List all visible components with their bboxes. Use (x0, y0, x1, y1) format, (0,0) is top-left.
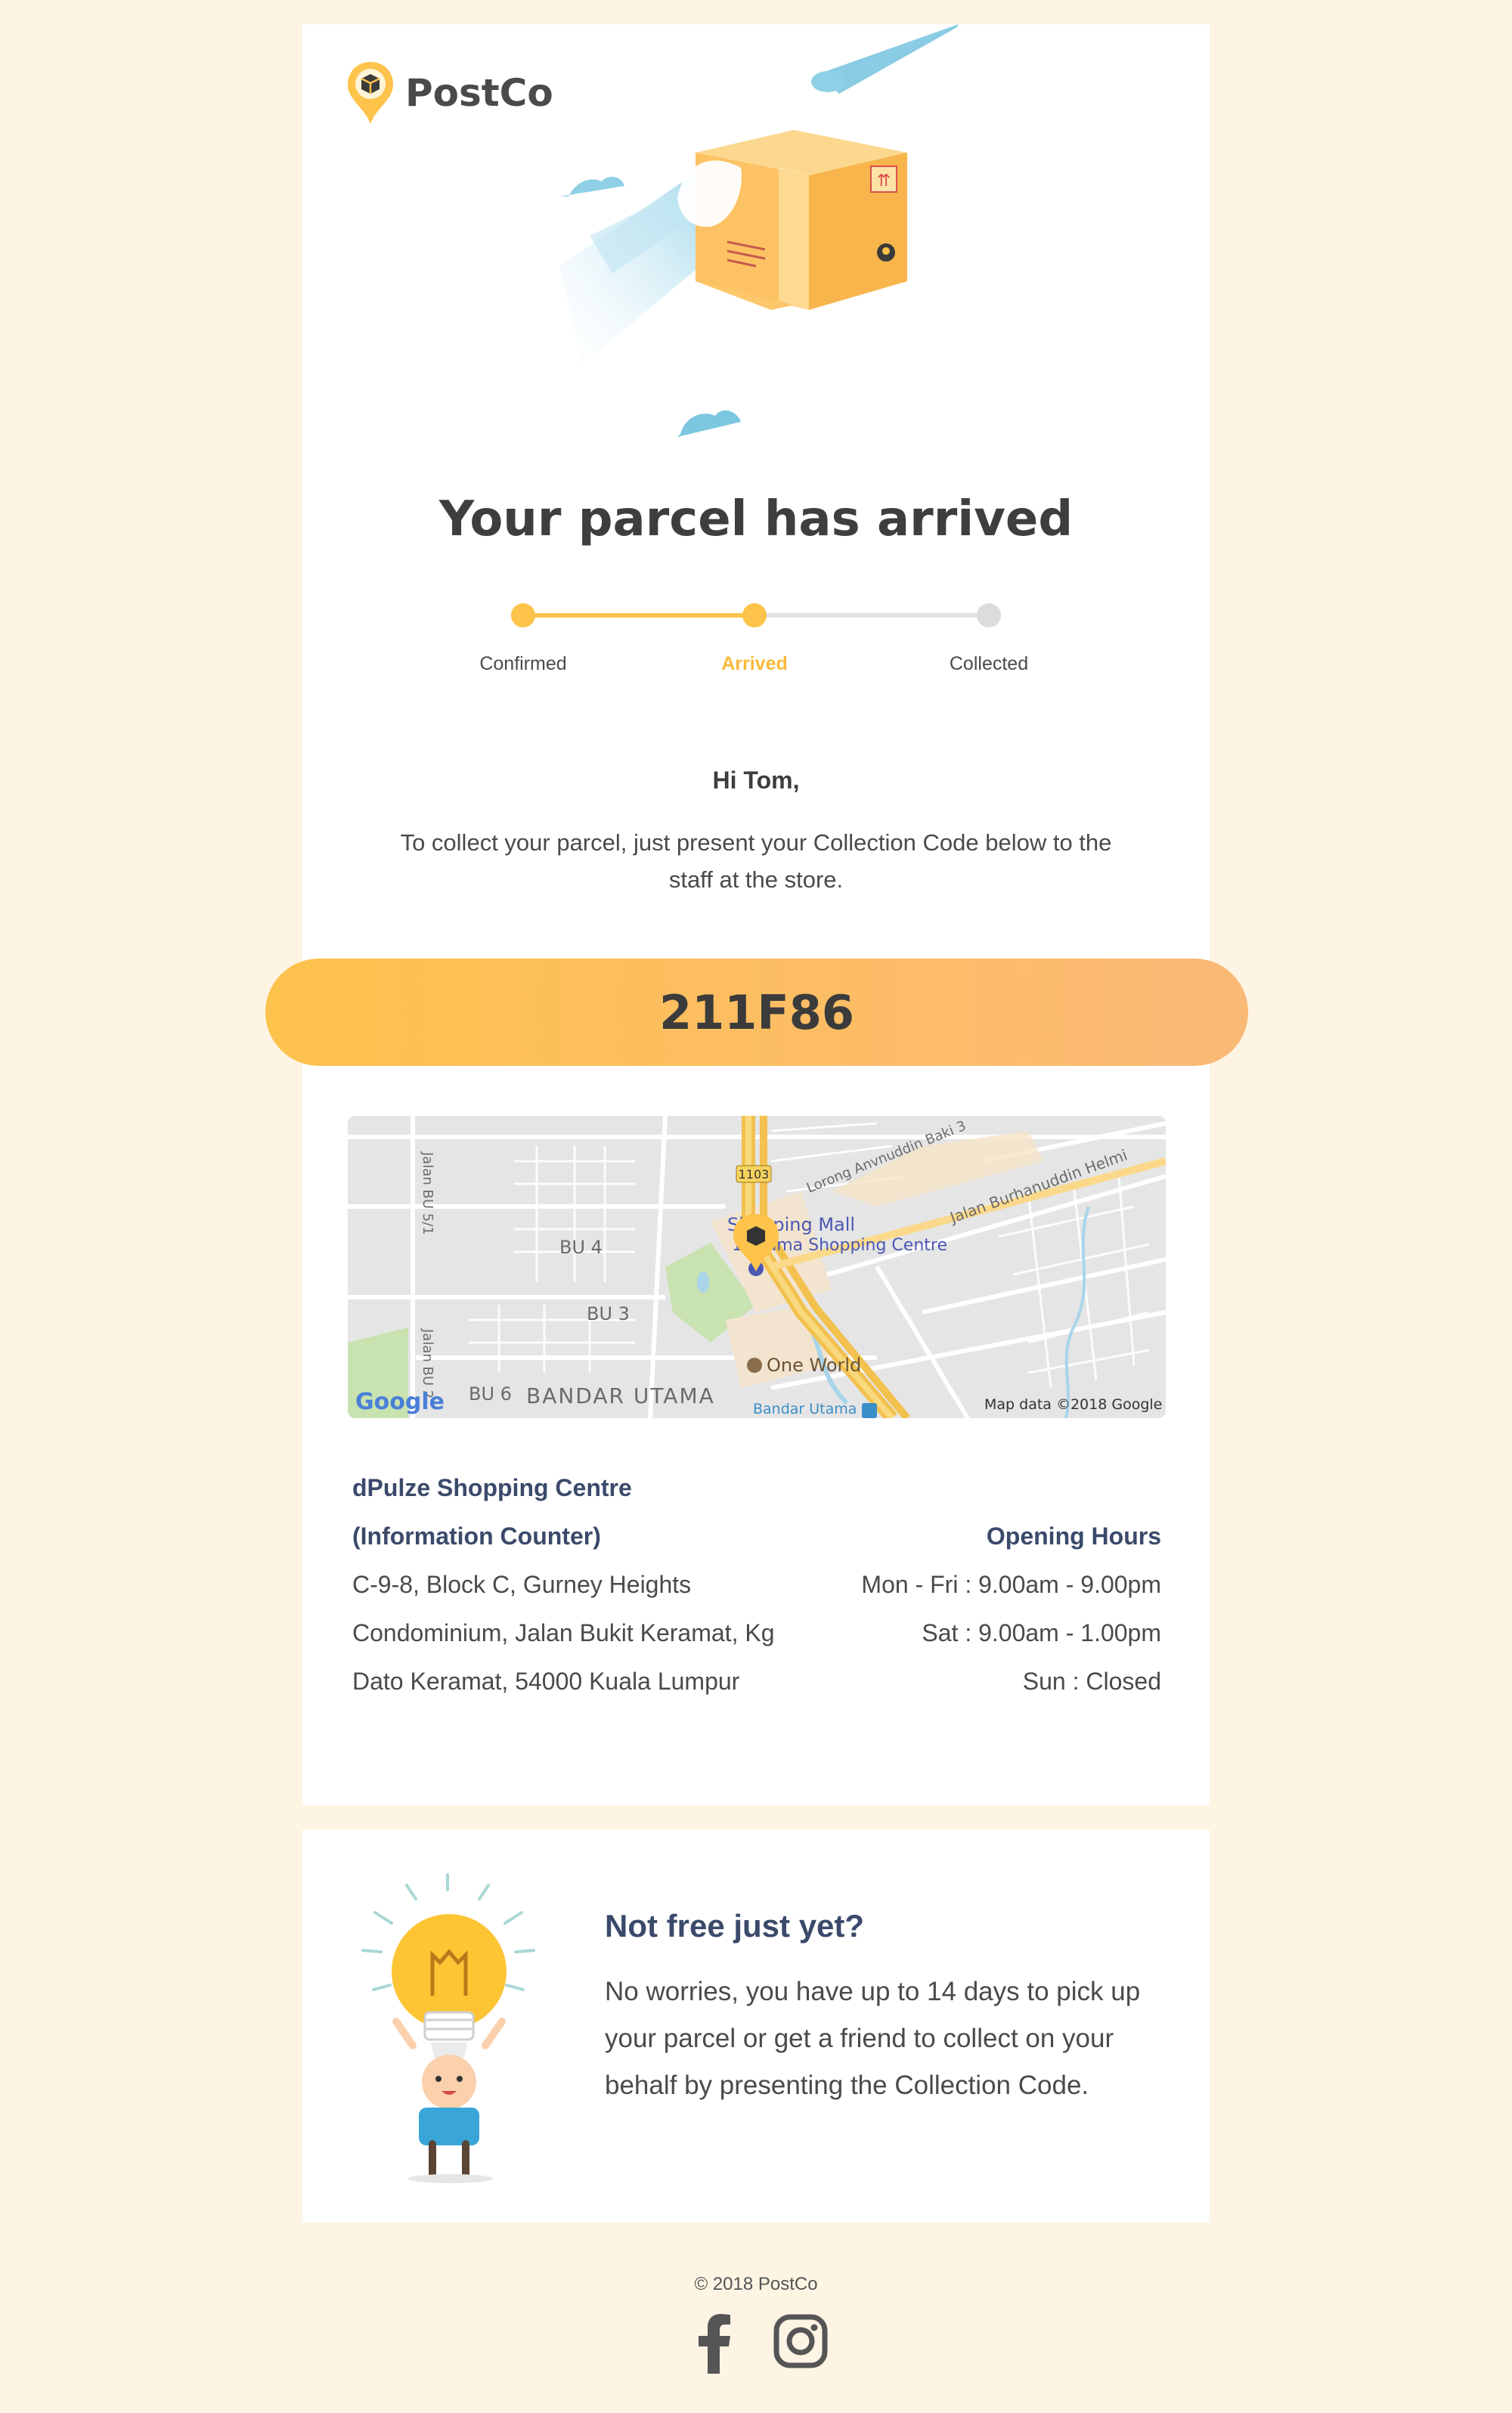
flying-parcel-illustration: ⇈ (559, 24, 959, 437)
map-label-bandar-utama: BANDAR UTAMA (526, 1383, 715, 1408)
map-label-station: Bandar Utama (753, 1401, 857, 1417)
postco-pin-icon (348, 62, 393, 124)
opening-hours-list: Mon - Fri : 9.00am - 9.00pm Sat : 9.00am… (861, 1560, 1161, 1705)
map-label-one-world: One World (767, 1355, 861, 1376)
step-dot-confirmed (511, 603, 535, 627)
google-logo: Google (355, 1389, 445, 1415)
map-label-jalan-bu51: Jalan BU 5/1 (420, 1151, 435, 1235)
map-label-bu3: BU 3 (587, 1303, 630, 1324)
progress-track-complete (523, 613, 754, 618)
store-name: dPulze Shopping Centre (Information Coun… (352, 1464, 632, 1560)
step-label-collected: Collected (949, 653, 1029, 674)
postco-logo[interactable]: PostCo (346, 60, 553, 125)
lightbulb-character-illustration (361, 1873, 535, 2183)
collection-code: 211F86 (265, 959, 1248, 1066)
map-label-bu6: BU 6 (469, 1383, 512, 1405)
step-label-confirmed: Confirmed (479, 653, 567, 674)
instagram-icon[interactable] (773, 2313, 829, 2369)
tip-body: No worries, you have up to 14 days to pi… (605, 1977, 1141, 2100)
svg-text:⇈: ⇈ (877, 172, 891, 190)
hours-weekday: Mon - Fri : 9.00am - 9.00pm (861, 1571, 1161, 1598)
tip-title: Not free just yet? (605, 1908, 865, 1944)
store-address: C-9-8, Block C, Gurney Heights Condomini… (352, 1571, 775, 1695)
map-label-bu4: BU 4 (559, 1237, 603, 1258)
map-canvas: 1103 Jalan BU 5/1 Jalan BU 2 BU 4 BU 3 B… (348, 1116, 1166, 1418)
greeting: Hi Tom, (712, 767, 800, 794)
page-title: Your parcel has arrived (438, 491, 1074, 547)
store-location-map[interactable]: 1103 Jalan BU 5/1 Jalan BU 2 BU 4 BU 3 B… (348, 1116, 1166, 1418)
map-road-1103: 1103 (739, 1167, 770, 1182)
store-name-line2: (Information Counter) (352, 1522, 601, 1550)
progress-track-pending (754, 613, 989, 618)
facebook-icon[interactable] (694, 2313, 733, 2374)
map-attribution: Map data ©2018 Google (984, 1396, 1162, 1413)
step-label-arrived: Arrived (721, 653, 788, 674)
map-poi-icon (747, 1358, 762, 1373)
instructions: To collect your parcel, just present you… (400, 829, 1112, 893)
step-dot-arrived (742, 603, 767, 627)
store-name-line1: dPulze Shopping Centre (352, 1474, 632, 1501)
hours-sunday: Sun : Closed (1022, 1668, 1161, 1695)
train-station-icon (862, 1403, 877, 1418)
hours-saturday: Sat : 9.00am - 1.00pm (922, 1619, 1161, 1646)
opening-hours-title: Opening Hours (986, 1522, 1161, 1550)
copyright: © 2018 PostCo (694, 2274, 818, 2294)
step-dot-collected (977, 603, 1001, 627)
